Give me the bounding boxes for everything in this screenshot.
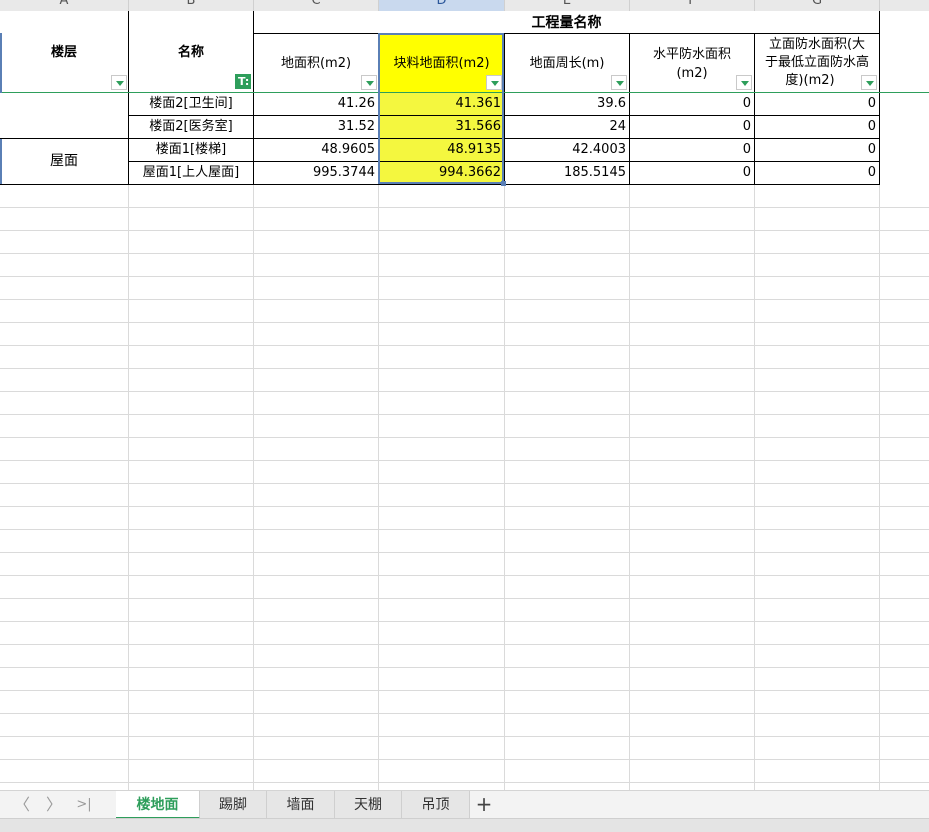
cell-block-area[interactable]: 48.9135 — [379, 139, 504, 161]
tab-skirting[interactable]: 踢脚 — [200, 791, 267, 819]
filter-dropdown-vertical-waterproof[interactable] — [861, 75, 877, 90]
cell-ground-area[interactable]: 48.9605 — [254, 139, 378, 161]
header-horizontal-waterproof-line1: 水平防水面积 — [652, 47, 731, 62]
prev-sheet-icon[interactable]: 〈 — [12, 793, 32, 817]
cell-block-area[interactable]: 41.361 — [379, 93, 504, 115]
tab-wall[interactable]: 墙面 — [267, 791, 335, 819]
cell-name[interactable]: 屋面1[上人屋面] — [129, 162, 253, 184]
cell-floor-roof[interactable]: 屋面 — [0, 139, 128, 184]
cell-horizontal-waterproof[interactable]: 0 — [630, 93, 754, 115]
column-header-f[interactable]: F — [630, 0, 755, 11]
cell-ground-area[interactable]: 41.26 — [254, 93, 378, 115]
status-bar — [0, 818, 929, 832]
header-ground-area: 地面积(m2) — [280, 56, 352, 71]
last-sheet-icon[interactable]: >| — [74, 793, 94, 817]
filter-dropdown-ground-area[interactable] — [361, 75, 377, 90]
cell-vertical-waterproof[interactable]: 0 — [755, 139, 879, 161]
cell-perimeter[interactable]: 24 — [505, 116, 629, 138]
spreadsheet-grid[interactable]: 楼层 名称 工程量名称 地面积(m2) 块料地面积(m2) 地面周长(m) 水平… — [0, 11, 929, 790]
cell-block-area[interactable]: 31.566 — [379, 116, 504, 138]
filter-dropdown-floor[interactable] — [111, 75, 127, 90]
cell-ground-area[interactable]: 31.52 — [254, 116, 378, 138]
column-header-d[interactable]: D — [379, 0, 505, 11]
column-header-bar: A B C D E F G — [0, 0, 929, 11]
column-header-g[interactable]: G — [755, 0, 880, 11]
fill-handle[interactable] — [501, 181, 506, 186]
filter-active-icon[interactable]: T: — [235, 74, 251, 89]
cell-vertical-waterproof[interactable]: 0 — [755, 93, 879, 115]
cell-horizontal-waterproof[interactable]: 0 — [630, 162, 754, 184]
header-name: 名称 — [177, 45, 204, 60]
cell-perimeter[interactable]: 185.5145 — [505, 162, 629, 184]
tab-ceiling[interactable]: 天棚 — [335, 791, 402, 819]
filter-dropdown-block-area[interactable] — [486, 75, 502, 90]
cell-name[interactable]: 楼面2[医务室] — [129, 116, 253, 138]
cell-name[interactable]: 楼面1[楼梯] — [129, 139, 253, 161]
header-floor: 楼层 — [50, 45, 77, 60]
tab-floor[interactable]: 楼地面 — [116, 791, 200, 819]
cell-block-area[interactable]: 994.3662 — [379, 162, 504, 184]
next-sheet-icon[interactable]: 〉 — [44, 793, 64, 817]
column-header-e[interactable]: E — [505, 0, 630, 11]
header-vertical-waterproof-line1: 立面防水面积(大 — [768, 37, 866, 52]
cell-horizontal-waterproof[interactable]: 0 — [630, 116, 754, 138]
cell-horizontal-waterproof[interactable]: 0 — [630, 139, 754, 161]
add-sheet-icon[interactable]: + — [472, 791, 496, 819]
cell-ground-area[interactable]: 995.3744 — [254, 162, 378, 184]
column-header-a[interactable]: A — [0, 0, 129, 11]
column-header-c[interactable]: C — [254, 0, 379, 11]
cell-vertical-waterproof[interactable]: 0 — [755, 116, 879, 138]
cell-name[interactable]: 楼面2[卫生间] — [129, 93, 253, 115]
sheet-tab-bar: 〈 〉 >| 楼地面 踢脚 墙面 天棚 吊顶 + — [0, 790, 929, 819]
header-block-area: 块料地面积(m2) — [393, 56, 490, 71]
tab-suspended-ceiling[interactable]: 吊顶 — [402, 791, 470, 819]
header-vertical-waterproof-line2: 于最低立面防水高 — [764, 55, 869, 70]
filter-dropdown-horizontal-waterproof[interactable] — [736, 75, 752, 90]
header-group-title: 工程量名称 — [531, 15, 602, 31]
cell-perimeter[interactable]: 42.4003 — [505, 139, 629, 161]
column-header-b[interactable]: B — [129, 0, 254, 11]
header-vertical-waterproof-line3: 度)(m2) — [785, 73, 835, 88]
header-perimeter: 地面周长(m) — [529, 56, 605, 71]
filter-dropdown-perimeter[interactable] — [611, 75, 627, 90]
cell-perimeter[interactable]: 39.6 — [505, 93, 629, 115]
cell-vertical-waterproof[interactable]: 0 — [755, 162, 879, 184]
